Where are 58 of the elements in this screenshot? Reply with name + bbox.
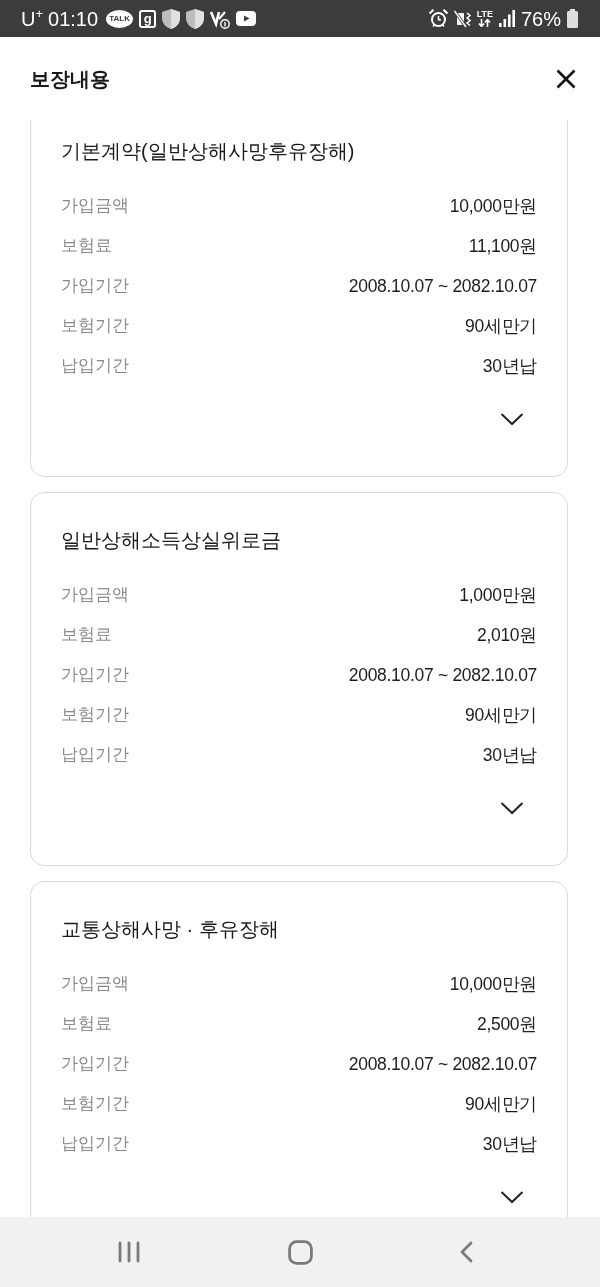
field-label: 보험료 xyxy=(61,624,112,646)
back-icon[interactable] xyxy=(459,1241,474,1263)
chevron-down-icon xyxy=(500,412,524,426)
shield-icon xyxy=(186,8,205,29)
shield-icon xyxy=(162,8,181,29)
coverage-title: 일반상해소득상실위로금 xyxy=(61,528,282,553)
field-label: 납입기간 xyxy=(61,1133,129,1155)
chevron-down-icon xyxy=(500,801,524,815)
field-label: 가입금액 xyxy=(61,584,129,606)
field-value: 2008.10.07 ~ 2082.10.07 xyxy=(348,664,537,686)
data-arrows-icon xyxy=(478,19,492,27)
field-value: 30년납 xyxy=(482,355,537,377)
letter-tile-icon: g xyxy=(139,9,157,28)
field-label: 가입기간 xyxy=(61,664,129,686)
field-label: 보험기간 xyxy=(61,704,129,726)
field-value: 90세만기 xyxy=(465,704,537,726)
close-icon xyxy=(556,68,576,89)
page-title: 보장내용 xyxy=(30,66,110,91)
field-label: 보험료 xyxy=(61,235,112,257)
network-type-label: LTE xyxy=(476,10,493,19)
chevron-down-icon xyxy=(500,1190,524,1204)
coverage-title: 교통상해사망 · 후유장해 xyxy=(61,917,280,942)
clock-time: 01:10 xyxy=(48,8,99,29)
field-value: 2,500원 xyxy=(477,1013,537,1035)
field-value: 11,100원 xyxy=(468,235,537,257)
chat-bubble-icon: TALK xyxy=(106,9,134,28)
field-label: 가입기간 xyxy=(61,275,129,297)
signal-bars-icon xyxy=(498,10,515,27)
field-label: 가입금액 xyxy=(61,195,129,217)
field-value: 90세만기 xyxy=(465,315,537,337)
field-label: 보험료 xyxy=(61,1013,112,1035)
field-value: 2008.10.07 ~ 2082.10.07 xyxy=(348,275,537,297)
field-value: 30년납 xyxy=(482,744,537,766)
field-value: 10,000만원 xyxy=(449,973,537,995)
field-value: 2008.10.07 ~ 2082.10.07 xyxy=(348,1053,537,1075)
field-label: 납입기간 xyxy=(61,355,129,377)
field-label: 가입금액 xyxy=(61,973,129,995)
recent-apps-icon[interactable] xyxy=(117,1241,141,1263)
video-play-icon xyxy=(236,11,257,26)
alarm-clock-icon xyxy=(428,9,448,28)
field-label: 보험기간 xyxy=(61,315,129,337)
field-value: 30년납 xyxy=(482,1133,537,1155)
battery-percent: 76% xyxy=(520,8,561,29)
coverage-title: 기본계약(일반상해사망후유장해) xyxy=(61,139,356,164)
expand-button[interactable] xyxy=(500,412,524,426)
home-icon[interactable] xyxy=(287,1239,313,1265)
field-value: 10,000만원 xyxy=(449,195,537,217)
field-value: 2,010원 xyxy=(477,624,537,646)
battery-icon xyxy=(567,9,578,28)
field-value: 1,000만원 xyxy=(459,584,537,606)
vibrate-off-icon xyxy=(453,9,471,28)
field-label: 보험기간 xyxy=(61,1093,129,1115)
expand-button[interactable] xyxy=(500,1190,524,1204)
expand-button[interactable] xyxy=(500,801,524,815)
carrier-label: U$^{+}$ xyxy=(21,8,44,29)
field-value: 90세만기 xyxy=(465,1093,537,1115)
field-label: 납입기간 xyxy=(61,744,129,766)
field-label: 가입기간 xyxy=(61,1053,129,1075)
